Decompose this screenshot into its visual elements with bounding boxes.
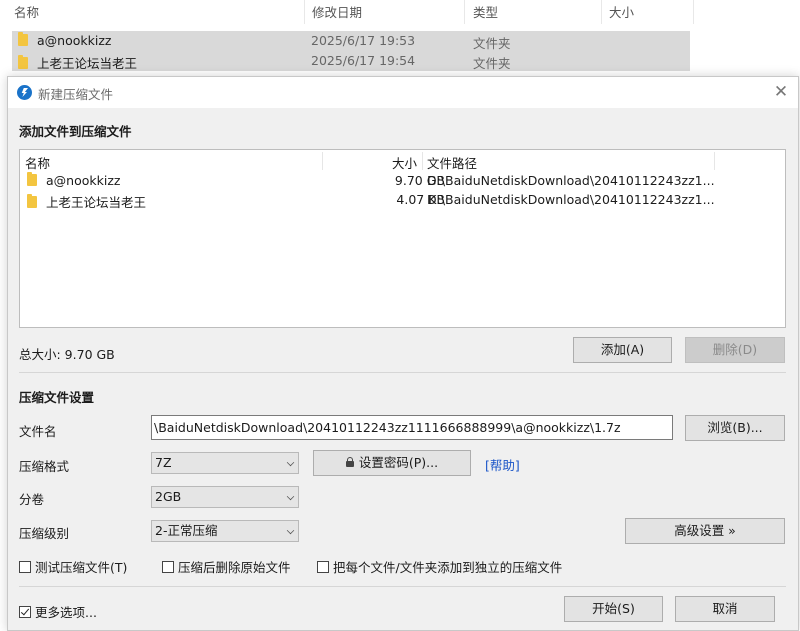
help-link[interactable]: [帮助] — [485, 455, 520, 474]
checkbox-box[interactable] — [19, 560, 31, 573]
chevron-down-icon — [286, 526, 295, 535]
column-name[interactable]: 名称 — [14, 2, 39, 21]
list-header-size[interactable]: 大小 — [392, 153, 417, 172]
separate-archives-checkbox[interactable]: 把每个文件/文件夹添加到独立的压缩文件 — [317, 557, 562, 576]
settings-section-title: 压缩文件设置 — [19, 390, 95, 405]
split-select[interactable]: 2GB — [151, 486, 299, 508]
explorer-row-date: 2025/6/17 19:53 — [311, 33, 416, 48]
list-column-divider[interactable] — [714, 152, 715, 170]
new-archive-dialog: 新建压缩文件 ✕ 添加文件到压缩文件 名称 大小 文件路径 a@nookkizz… — [7, 76, 799, 631]
close-icon[interactable]: ✕ — [770, 82, 792, 102]
chevron-down-icon — [286, 458, 295, 467]
format-label: 压缩格式 — [19, 459, 70, 474]
folder-icon — [18, 55, 28, 69]
explorer-background: 名称 修改日期 类型 大小 a@nookkizz 2025/6/17 19:53… — [0, 0, 800, 80]
add-files-section-title: 添加文件到压缩文件 — [19, 124, 132, 139]
explorer-row-date: 2025/6/17 19:54 — [311, 53, 416, 68]
list-header-path[interactable]: 文件路径 — [427, 153, 477, 172]
column-size[interactable]: 大小 — [609, 2, 634, 21]
separate-archives-label: 把每个文件/文件夹添加到独立的压缩文件 — [333, 560, 563, 575]
folder-icon — [27, 172, 37, 186]
filename-input[interactable]: \BaiduNetdiskDownload\20410112243zz11116… — [151, 415, 673, 440]
level-select[interactable]: 2-正常压缩 — [151, 520, 299, 542]
explorer-row-name: a@nookkizz — [37, 33, 112, 48]
delete-after-label: 压缩后删除原始文件 — [178, 560, 291, 575]
total-size: 总大小: 9.70 GB — [19, 347, 115, 362]
explorer-column-header: 名称 修改日期 类型 大小 — [0, 0, 694, 24]
split-value: 2GB — [155, 489, 182, 504]
explorer-row-name: 上老王论坛当老王 — [37, 56, 138, 71]
filename-label: 文件名 — [19, 424, 57, 439]
lock-icon — [345, 457, 354, 467]
explorer-row-type: 文件夹 — [473, 36, 511, 51]
delete-button[interactable]: 删除(D) — [685, 337, 785, 363]
column-divider[interactable] — [693, 0, 694, 24]
explorer-row[interactable]: 上老王论坛当老王 2025/6/17 19:54 文件夹 — [12, 51, 690, 71]
advanced-settings-button[interactable]: 高级设置 » — [625, 518, 785, 544]
explorer-row[interactable]: a@nookkizz 2025/6/17 19:53 文件夹 — [12, 31, 690, 51]
title-bar[interactable]: 新建压缩文件 ✕ — [8, 77, 798, 108]
divider — [19, 586, 786, 587]
list-item[interactable]: a@nookkizz 9.70 GB D:\BaiduNetdiskDownlo… — [20, 172, 785, 191]
list-item[interactable]: 上老王论坛当老王 4.07 KB D:\BaiduNetdiskDownload… — [20, 191, 785, 210]
checkbox-box-checked[interactable] — [19, 605, 31, 618]
file-list[interactable]: 名称 大小 文件路径 a@nookkizz 9.70 GB D:\BaiduNe… — [19, 149, 786, 328]
more-options-label: 更多选项... — [35, 605, 97, 620]
explorer-row-type: 文件夹 — [473, 56, 511, 71]
level-value: 2-正常压缩 — [155, 523, 218, 538]
folder-icon — [27, 194, 37, 208]
add-button[interactable]: 添加(A) — [573, 337, 672, 363]
file-path: D:\BaiduNetdiskDownload\20410112243zz1..… — [427, 192, 715, 207]
more-options-checkbox[interactable]: 更多选项... — [19, 602, 97, 621]
column-type[interactable]: 类型 — [473, 2, 498, 21]
set-password-button[interactable]: 设置密码(P)... — [313, 450, 471, 476]
dialog-title: 新建压缩文件 — [38, 87, 114, 102]
chevron-down-icon — [286, 492, 295, 501]
checkbox-box[interactable] — [162, 560, 174, 573]
format-value: 7Z — [155, 455, 172, 470]
test-archive-label: 测试压缩文件(T) — [35, 560, 128, 575]
start-button[interactable]: 开始(S) — [564, 596, 663, 622]
column-divider[interactable] — [601, 0, 602, 24]
level-label: 压缩级别 — [19, 526, 70, 541]
format-select[interactable]: 7Z — [151, 452, 299, 474]
app-icon — [17, 85, 32, 100]
cancel-button[interactable]: 取消 — [675, 596, 775, 622]
folder-icon — [18, 32, 28, 46]
file-name: 上老王论坛当老王 — [46, 195, 147, 210]
list-column-divider[interactable] — [422, 152, 423, 170]
column-divider[interactable] — [464, 0, 465, 24]
browse-button[interactable]: 浏览(B)... — [685, 415, 785, 441]
divider — [19, 372, 786, 373]
file-path: D:\BaiduNetdiskDownload\20410112243zz1..… — [427, 173, 715, 188]
column-divider[interactable] — [304, 0, 305, 24]
checkbox-box[interactable] — [317, 560, 329, 573]
delete-after-checkbox[interactable]: 压缩后删除原始文件 — [162, 557, 291, 576]
column-date[interactable]: 修改日期 — [312, 2, 362, 21]
set-password-label: 设置密码(P)... — [358, 455, 439, 470]
split-label: 分卷 — [19, 492, 45, 507]
list-column-divider[interactable] — [322, 152, 323, 170]
test-archive-checkbox[interactable]: 测试压缩文件(T) — [19, 557, 127, 576]
list-header-name[interactable]: 名称 — [25, 153, 50, 172]
file-name: a@nookkizz — [46, 173, 121, 188]
